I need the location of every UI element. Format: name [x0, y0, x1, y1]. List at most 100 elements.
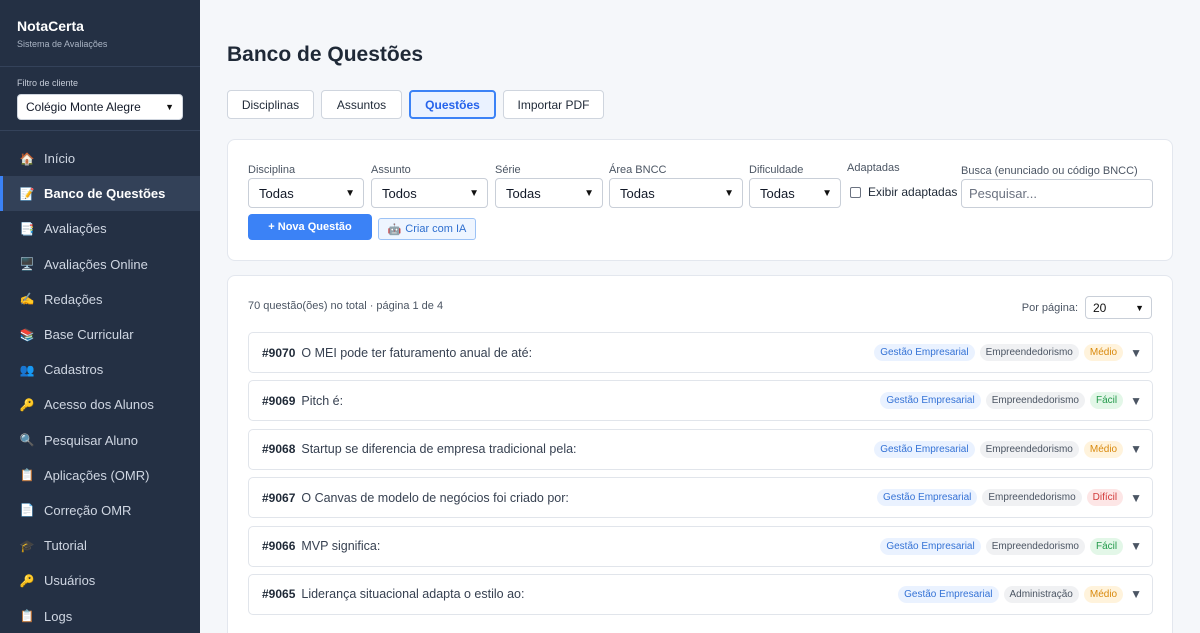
- memo-icon: 📝: [19, 186, 35, 201]
- sidebar-item-banco-de-questoes[interactable]: 📝 Banco de Questões: [0, 176, 200, 212]
- sidebar-item-avaliacoes[interactable]: 📑 Avaliações: [0, 211, 200, 246]
- key-icon: 🔑: [19, 397, 35, 412]
- clipboard-icon: 📋: [19, 609, 35, 624]
- new-question-button[interactable]: + Nova Questão: [248, 214, 372, 240]
- adaptadas-checkbox-row[interactable]: Exibir adaptadas: [850, 185, 957, 199]
- sidebar-item-label: Cadastros: [44, 362, 104, 378]
- questions-card: 70 questão(ões) no total · página 1 de 4…: [227, 275, 1173, 633]
- tabs: Disciplinas Assuntos Questões Importar P…: [227, 90, 604, 119]
- difficulty-badge: Fácil: [1089, 537, 1124, 555]
- subject-tag: Gestão Empresarial: [880, 537, 981, 555]
- subject-tag: Gestão Empresarial: [874, 344, 975, 361]
- sidebar-item-label: Redações: [44, 291, 103, 307]
- document-icon: 📄: [19, 503, 35, 518]
- sidebar-item-label: Tutorial: [44, 538, 87, 554]
- adaptadas-checkbox-label: Exibir adaptadas: [868, 185, 958, 199]
- brand-title: NotaCerta: [17, 18, 84, 34]
- sidebar-item-base-curricular[interactable]: 📚 Base Curricular: [0, 317, 200, 352]
- assunto-select[interactable]: Todos ▼: [371, 178, 488, 208]
- sidebar-item-acesso-dos-alunos[interactable]: 🔑 Acesso dos Alunos: [0, 387, 200, 422]
- expand-icon[interactable]: ▼: [1130, 394, 1142, 408]
- question-row[interactable]: #9070 O MEI pode ter faturamento anual de…: [248, 332, 1153, 373]
- sidebar-item-cadastros[interactable]: 👥 Cadastros: [0, 352, 200, 387]
- sidebar-item-redacoes[interactable]: ✍️ Redações: [0, 282, 200, 317]
- sidebar-item-pesquisar-aluno[interactable]: 🔍 Pesquisar Aluno: [0, 423, 200, 458]
- create-with-ai-button[interactable]: 🤖 Criar com IA: [378, 218, 476, 240]
- books-icon: 📚: [19, 327, 35, 342]
- area-bncc-select[interactable]: Todas ▼: [609, 178, 743, 208]
- difficulty-badge: Médio: [1083, 440, 1124, 458]
- per-page-value: 20: [1093, 300, 1107, 315]
- chevron-down-icon: ▼: [469, 187, 479, 199]
- adaptadas-checkbox[interactable]: [850, 186, 861, 198]
- question-id: #9070: [262, 345, 296, 360]
- question-text: Pitch é:: [301, 393, 344, 408]
- busca-label: Busca (enunciado ou código BNCC): [961, 165, 1138, 177]
- sidebar-item-logs[interactable]: 📋 Logs: [0, 598, 200, 633]
- expand-icon[interactable]: ▼: [1130, 539, 1142, 553]
- question-row[interactable]: #9068 Startup se diferencia de empresa tr…: [248, 428, 1153, 470]
- sidebar-item-label: Base Curricular: [44, 327, 134, 343]
- topic-tag: Empreendedorismo: [985, 537, 1085, 555]
- sidebar-item-aplicacoes-omr[interactable]: 📋 Aplicações (OMR): [0, 458, 200, 493]
- difficulty-badge: Médio: [1083, 344, 1124, 361]
- tab-assuntos[interactable]: Assuntos: [321, 90, 402, 119]
- question-text: Startup se diferencia de empresa tradici…: [301, 442, 577, 456]
- chevron-down-icon: ▼: [822, 187, 832, 199]
- tab-disciplinas[interactable]: Disciplinas: [227, 90, 314, 119]
- search-icon: 🔍: [19, 433, 35, 448]
- expand-icon[interactable]: ▼: [1130, 442, 1142, 456]
- subject-tag: Gestão Empresarial: [880, 392, 981, 409]
- sidebar-item-label: Avaliações Online: [44, 256, 148, 272]
- serie-label: Série: [495, 164, 521, 176]
- robot-icon: 🤖: [387, 223, 402, 236]
- subject-tag: Gestão Empresarial: [877, 489, 978, 506]
- area-bncc-label: Área BNCC: [609, 164, 667, 176]
- question-text: O Canvas de modelo de negócios foi criad…: [301, 490, 569, 505]
- sidebar-item-inicio[interactable]: 🏠 Início: [0, 141, 200, 176]
- per-page-select[interactable]: 20 ▼: [1085, 296, 1152, 319]
- question-row[interactable]: #9065 Liderança situacional adapta o esti…: [248, 573, 1153, 615]
- client-select[interactable]: Colégio Monte Alegre ▼: [17, 94, 183, 120]
- question-id: #9067: [262, 490, 296, 505]
- chevron-down-icon: ▼: [584, 187, 594, 199]
- question-id: #9068: [262, 442, 296, 456]
- sidebar-item-label: Usuários: [44, 573, 96, 589]
- sidebar-item-correcao-omr[interactable]: 📄 Correção OMR: [0, 493, 200, 528]
- search-input[interactable]: Pesquisar...: [961, 179, 1153, 208]
- topic-tag: Empreendedorismo: [979, 344, 1079, 361]
- question-text: MVP significa:: [301, 539, 381, 553]
- sidebar-item-usuarios[interactable]: 🔑 Usuários: [0, 563, 200, 598]
- page-title: Banco de Questões: [227, 43, 424, 66]
- key-icon: 🔑: [19, 573, 35, 588]
- question-text: Liderança situacional adapta o estilo ao…: [301, 587, 525, 601]
- question-row[interactable]: #9067 O Canvas de modelo de negócios foi …: [248, 477, 1153, 518]
- client-filter-label: Filtro de cliente: [17, 78, 79, 88]
- results-summary: 70 questão(ões) no total · página 1 de 4: [248, 300, 444, 312]
- question-row[interactable]: #9066 MVP significa: Gestão Empresarial Emp…: [248, 525, 1153, 567]
- expand-icon[interactable]: ▼: [1130, 346, 1142, 360]
- sidebar-item-label: Banco de Questões: [44, 186, 166, 202]
- disciplina-select[interactable]: Todas ▼: [248, 178, 364, 208]
- sidebar-item-label: Correção OMR: [44, 502, 132, 518]
- sidebar-item-avaliacoes-online[interactable]: 🖥️ Avaliações Online: [0, 247, 200, 282]
- area-bncc-value: Todas: [620, 185, 655, 201]
- dificuldade-select[interactable]: Todas ▼: [749, 178, 841, 208]
- assunto-value: Todos: [382, 185, 417, 201]
- sidebar-item-label: Logs: [44, 608, 73, 624]
- home-icon: 🏠: [19, 151, 35, 166]
- dificuldade-label: Dificuldade: [749, 164, 804, 176]
- tab-questoes[interactable]: Questões: [409, 90, 496, 119]
- sidebar-item-tutorial[interactable]: 🎓 Tutorial: [0, 528, 200, 563]
- filters-card: Disciplina Todas ▼ Assunto Todos ▼ Série T…: [227, 139, 1173, 261]
- sidebar-item-label: Avaliações: [44, 221, 107, 237]
- question-id: #9065: [262, 587, 296, 601]
- expand-icon[interactable]: ▼: [1130, 587, 1142, 601]
- topic-tag: Empreendedorismo: [985, 392, 1085, 409]
- tab-importar-pdf[interactable]: Importar PDF: [503, 90, 604, 119]
- expand-icon[interactable]: ▼: [1130, 491, 1142, 505]
- question-row[interactable]: #9069 Pitch é: Gestão Empresarial Empreende…: [248, 380, 1153, 421]
- serie-select[interactable]: Todas ▼: [495, 178, 603, 208]
- sidebar-nav: 🏠 Início 📝 Banco de Questões 📑 Avaliações 🖥️ Av…: [0, 131, 200, 633]
- brand-subtitle: Sistema de Avaliações: [17, 39, 108, 49]
